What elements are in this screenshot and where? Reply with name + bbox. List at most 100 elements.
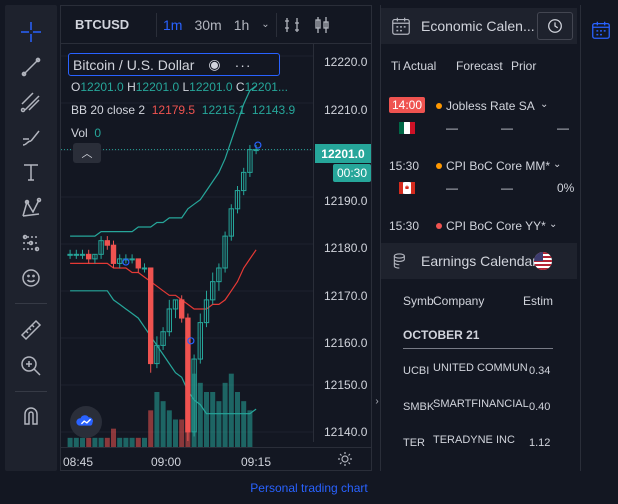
settings-gear-icon[interactable]	[337, 451, 353, 467]
volume-bar	[135, 437, 141, 447]
time-tick: 08:45	[63, 455, 94, 469]
column-company: Company	[433, 294, 485, 308]
importance-dot	[436, 163, 442, 169]
earnings-row[interactable]: UCBI UNITED COMMUN0.34	[403, 362, 550, 377]
text-icon[interactable]	[5, 155, 57, 189]
toolbar-divider	[15, 391, 47, 392]
chevron-down-icon[interactable]: ⌄	[255, 19, 275, 30]
volume-bar	[86, 437, 92, 447]
chevron-down-icon[interactable]: ⌄	[553, 159, 561, 170]
more-icon[interactable]: ···	[235, 57, 252, 73]
chart-pane[interactable]: BTCUSD 1m 30m 1h ⌄ Bitcoin / U.S. Dollar…	[60, 5, 372, 471]
volume-bar	[241, 401, 247, 447]
candle-body	[253, 149, 259, 152]
candle-body	[67, 253, 73, 256]
volume-bar	[92, 437, 98, 447]
last-price-label: 12201.0	[315, 144, 371, 163]
indicators-icon[interactable]	[277, 6, 307, 44]
interval-30m[interactable]: 30m	[188, 17, 227, 33]
series-name: Bitcoin / U.S. Dollar	[73, 56, 195, 73]
price-axis[interactable]: 12220.0 12210.0 12190.0 12180.0 12170.0 …	[313, 44, 371, 442]
volume-bar	[123, 437, 129, 447]
drawing-toolbar	[5, 5, 57, 471]
us-flag-icon[interactable]	[534, 252, 552, 270]
legend-title-box[interactable]: Bitcoin / U.S. Dollar ◉ ···	[68, 53, 280, 76]
collapse-legend-button[interactable]: ︿	[73, 143, 101, 163]
candle-body	[110, 244, 117, 264]
volume-bar	[210, 392, 216, 447]
volume-bar	[73, 437, 79, 447]
earnings-calendar-header[interactable]: Earnings Calendar	[381, 243, 577, 279]
event-time: 15:30	[389, 219, 420, 233]
earnings-row[interactable]: TER TERADYNE INC 1.12	[403, 434, 550, 449]
chevron-down-icon[interactable]: ⌄	[540, 99, 548, 110]
mexico-flag-icon	[399, 122, 415, 134]
eye-icon[interactable]: ◉	[208, 56, 220, 73]
candle-body	[185, 317, 191, 433]
price-tick: 12180.0	[324, 241, 368, 255]
earnings-row[interactable]: SMBKSMARTFINANCIAL0.40	[403, 398, 550, 413]
column-prior: Prior	[511, 59, 537, 73]
volume-bar	[67, 437, 73, 447]
volume-bar	[228, 373, 234, 447]
bb-legend[interactable]: BB 20 close 2 12179.5 12215.1 12143.9	[71, 103, 295, 117]
ruler-icon[interactable]	[5, 313, 57, 347]
price-tick: 12190.0	[324, 194, 368, 208]
interval-1m[interactable]: 1m	[157, 17, 188, 33]
volume-bar	[129, 437, 135, 447]
chart-caption[interactable]: Personal trading chart	[0, 481, 618, 495]
candle-body	[86, 253, 92, 260]
volume-bar	[160, 401, 166, 447]
candle-body	[179, 299, 185, 319]
trend-line-icon[interactable]	[5, 50, 57, 84]
calendar-icon	[381, 15, 421, 37]
volume-bar	[247, 410, 253, 447]
magnet-icon[interactable]	[5, 399, 57, 433]
column-time: Ti	[391, 59, 401, 73]
economic-calendar-header[interactable]: Economic Calen...	[381, 8, 577, 44]
column-estimate: Estim	[523, 294, 553, 308]
importance-dot	[436, 223, 442, 229]
event-name[interactable]: CPI BoC Core YY*	[446, 219, 546, 233]
crosshair-icon[interactable]	[5, 15, 57, 49]
volume-bar	[142, 437, 147, 447]
volume-bar	[148, 410, 154, 447]
symbol-search[interactable]: BTCUSD	[61, 17, 156, 32]
chevron-down-icon[interactable]: ⌄	[549, 219, 557, 230]
importance-dot	[436, 103, 442, 109]
event-time: 15:30	[389, 159, 420, 173]
volume-bar	[80, 437, 85, 447]
month-header: OCTOBER 21	[403, 328, 480, 342]
price-tick: 12210.0	[324, 103, 368, 117]
zoom-in-icon[interactable]	[5, 349, 57, 383]
event-name[interactable]: Jobless Rate SA	[446, 99, 535, 113]
clock-icon[interactable]	[537, 12, 573, 40]
emoji-icon[interactable]	[5, 261, 57, 295]
widget-title: Economic Calen...	[421, 18, 535, 34]
fib-icon[interactable]	[5, 85, 57, 119]
candle-body	[135, 258, 141, 269]
price-tick: 12220.0	[324, 55, 368, 69]
interval-1h[interactable]: 1h	[228, 17, 256, 33]
time-tick: 09:15	[241, 455, 272, 469]
tradingview-logo[interactable]	[70, 406, 102, 438]
brush-icon[interactable]	[5, 120, 57, 154]
event-name[interactable]: CPI BoC Core MM*	[446, 159, 550, 173]
bb-lower-line	[70, 290, 257, 415]
volume-legend[interactable]: Vol 0	[71, 126, 101, 140]
volume-bar	[111, 428, 116, 447]
volume-bar	[173, 419, 178, 447]
event-time: 14:00	[389, 97, 426, 113]
pattern-icon[interactable]	[5, 191, 57, 225]
candle-body	[79, 253, 86, 256]
candle-body	[104, 240, 110, 246]
ohlc-legend: O12201.0 H12201.0 L12201.0 C12201...	[71, 80, 288, 94]
measure-icon[interactable]	[5, 226, 57, 260]
volume-bar	[222, 382, 228, 447]
toolbar-divider	[15, 303, 47, 304]
calendar-icon[interactable]	[588, 17, 614, 43]
column-forecast: Forecast	[456, 59, 503, 73]
candles-icon[interactable]	[307, 6, 337, 44]
time-axis[interactable]: 08:45 09:00 09:15	[61, 447, 371, 471]
volume-bar	[154, 392, 160, 447]
